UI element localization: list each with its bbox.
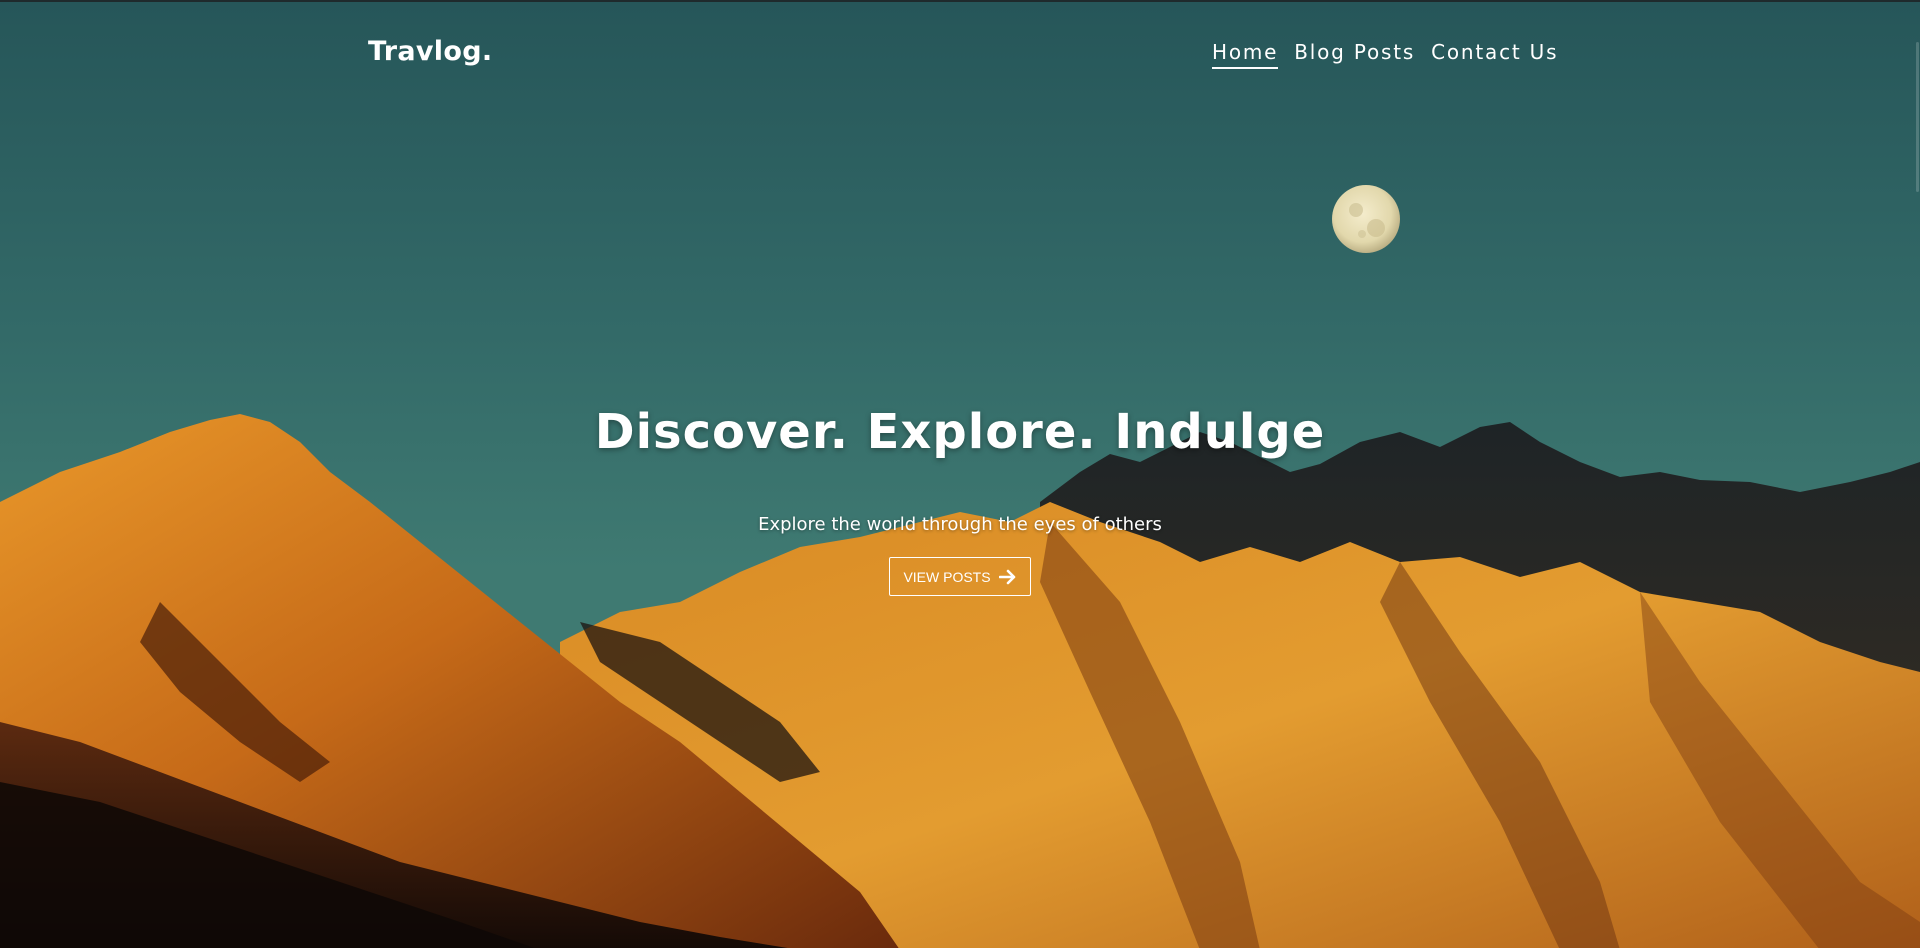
nav-link-contact-us[interactable]: Contact Us bbox=[1431, 40, 1558, 69]
hero-section: Travlog. Home Blog Posts Contact Us Disc… bbox=[0, 0, 1920, 948]
hero-background-image bbox=[0, 2, 1920, 948]
hero-subheadline: Explore the world through the eyes of ot… bbox=[758, 514, 1162, 535]
site-logo[interactable]: Travlog. bbox=[368, 36, 492, 67]
main-nav: Home Blog Posts Contact Us bbox=[1212, 40, 1558, 69]
hero-headline: Discover. Explore. Indulge bbox=[594, 404, 1326, 460]
view-posts-button[interactable]: VIEW POSTS bbox=[889, 557, 1031, 596]
page-scrollbar[interactable] bbox=[1914, 2, 1920, 948]
view-posts-button-label: VIEW POSTS bbox=[903, 568, 991, 585]
site-header: Travlog. Home Blog Posts Contact Us bbox=[0, 2, 1920, 112]
nav-link-home[interactable]: Home bbox=[1212, 40, 1279, 69]
nav-link-blog-posts[interactable]: Blog Posts bbox=[1294, 40, 1415, 69]
arrow-right-icon bbox=[998, 569, 1017, 585]
scrollbar-thumb[interactable] bbox=[1916, 42, 1919, 192]
